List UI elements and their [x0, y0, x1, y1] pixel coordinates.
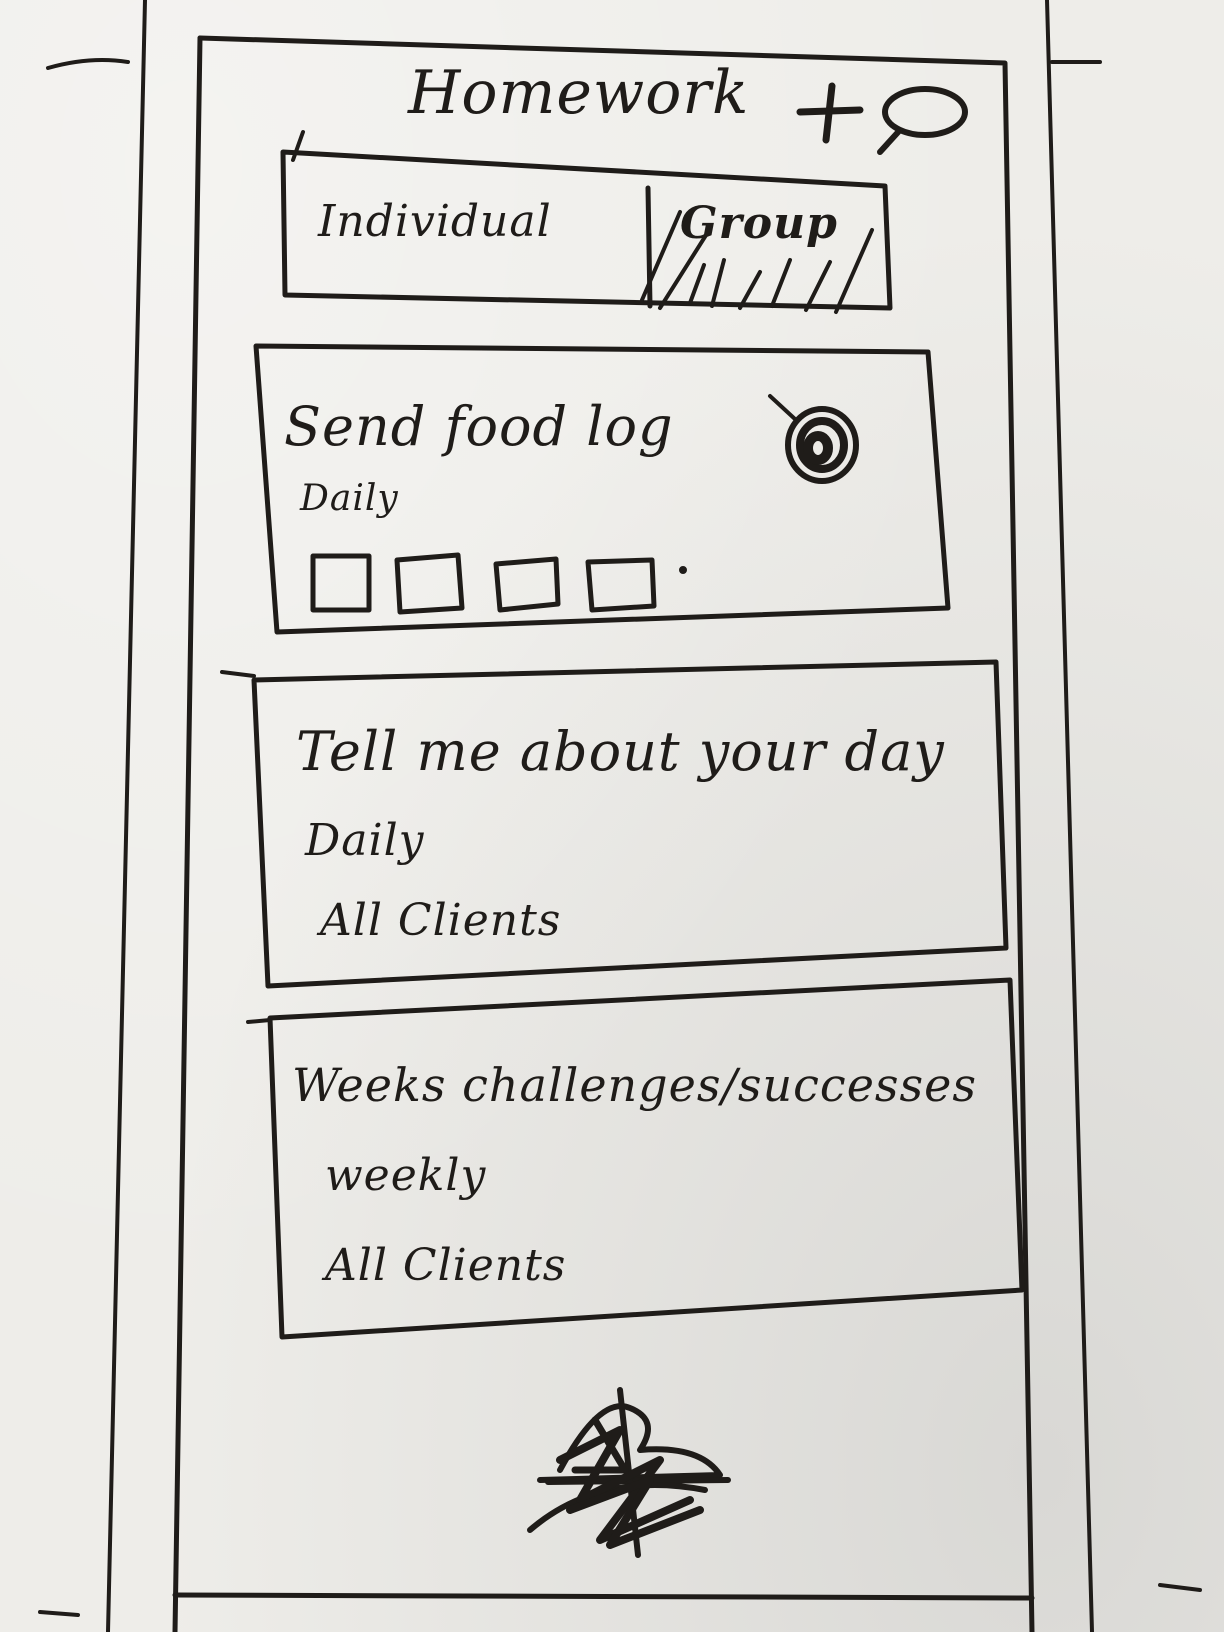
phone-frame-bottom — [172, 1592, 1035, 1601]
corner-mark-left — [46, 58, 130, 70]
corner-mark-bottom-left — [38, 1610, 80, 1617]
outer-right-line — [1045, 0, 1094, 1632]
homework-title: Send food log — [284, 395, 674, 458]
tab-group-label: Group — [680, 198, 838, 249]
homework-title: Tell me about your day — [296, 720, 945, 783]
tab-individual[interactable]: Individual — [318, 196, 552, 247]
homework-frequency: Daily — [300, 478, 399, 519]
outer-left-line — [106, 0, 147, 1632]
homework-frequency: weekly — [325, 1150, 487, 1201]
phone-frame-left — [172, 35, 203, 1632]
page-title: Homework — [408, 58, 750, 128]
homework-audience: All Clients — [320, 895, 562, 946]
tab-individual-label: Individual — [318, 196, 552, 247]
homework-frequency: Daily — [305, 815, 425, 866]
homework-audience: All Clients — [325, 1240, 567, 1291]
homework-title: Weeks challenges/successes — [292, 1058, 977, 1112]
corner-mark-bottom-right — [1158, 1583, 1202, 1592]
tab-group[interactable]: Group — [680, 198, 838, 249]
